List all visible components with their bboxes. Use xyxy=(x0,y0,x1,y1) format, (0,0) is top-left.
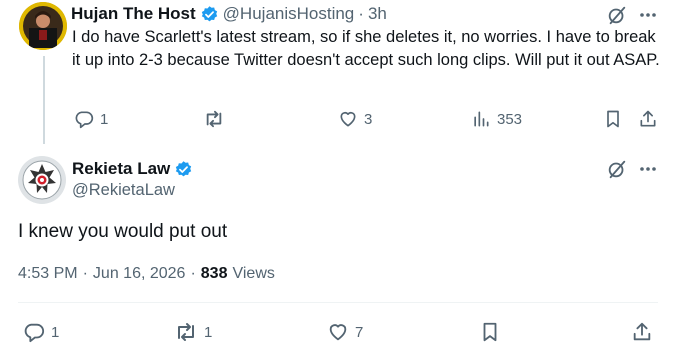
share-icon[interactable] xyxy=(638,109,658,129)
grok-icon[interactable] xyxy=(606,158,628,180)
like-button[interactable]: 3 xyxy=(338,109,372,129)
separator-dot: · xyxy=(358,4,364,23)
heart-icon xyxy=(327,321,349,343)
reply-count: 1 xyxy=(100,110,109,128)
views-button[interactable]: 353 xyxy=(471,109,522,129)
repost-button[interactable]: 1 xyxy=(174,321,212,343)
share-icon[interactable] xyxy=(631,321,653,343)
tweet-text: I knew you would put out xyxy=(18,221,228,242)
avatar[interactable] xyxy=(19,2,67,50)
thread-connector-line xyxy=(43,56,45,144)
verified-badge-icon xyxy=(174,160,193,179)
reply-button[interactable]: 1 xyxy=(23,321,59,343)
views-count: 838 xyxy=(200,265,228,282)
separator-dot: · xyxy=(190,265,196,282)
bookmark-icon[interactable] xyxy=(603,109,623,129)
repost-icon xyxy=(203,109,225,129)
like-count: 7 xyxy=(355,323,364,341)
more-options-icon[interactable] xyxy=(638,6,658,24)
heart-icon xyxy=(338,109,358,129)
display-name[interactable]: Hujan The Host xyxy=(71,4,196,24)
display-name[interactable]: Rekieta Law xyxy=(72,159,170,179)
post-date[interactable]: Jun 16, 2026 xyxy=(93,265,186,283)
view-count: 353 xyxy=(497,110,523,128)
reply-icon xyxy=(23,321,45,343)
reply-button[interactable]: 1 xyxy=(74,109,108,129)
badge-logo-image xyxy=(18,156,66,204)
reply-icon xyxy=(74,109,94,129)
divider xyxy=(18,302,658,303)
grok-icon[interactable] xyxy=(606,4,628,26)
views-label: Views xyxy=(232,265,275,282)
like-button[interactable]: 7 xyxy=(327,321,363,343)
tweet-text: I do have Scarlett's latest stream, so i… xyxy=(72,28,660,69)
avatar-image xyxy=(19,2,67,50)
timestamp[interactable]: 3h xyxy=(368,4,387,24)
repost-icon xyxy=(174,321,198,343)
like-count: 3 xyxy=(364,110,373,128)
handle[interactable]: @RekietaLaw xyxy=(72,181,175,200)
post-time[interactable]: 4:53 PM xyxy=(18,265,78,283)
handle[interactable]: @HujanisHosting xyxy=(223,4,355,24)
avatar[interactable] xyxy=(18,156,66,204)
more-options-icon[interactable] xyxy=(638,160,658,178)
reply-count: 1 xyxy=(51,323,60,341)
analytics-bar-icon xyxy=(471,109,491,129)
verified-badge-icon xyxy=(200,5,219,24)
repost-count: 1 xyxy=(204,323,213,341)
separator-dot: · xyxy=(82,265,88,282)
bookmark-icon[interactable] xyxy=(479,321,501,343)
repost-button[interactable] xyxy=(203,109,231,129)
